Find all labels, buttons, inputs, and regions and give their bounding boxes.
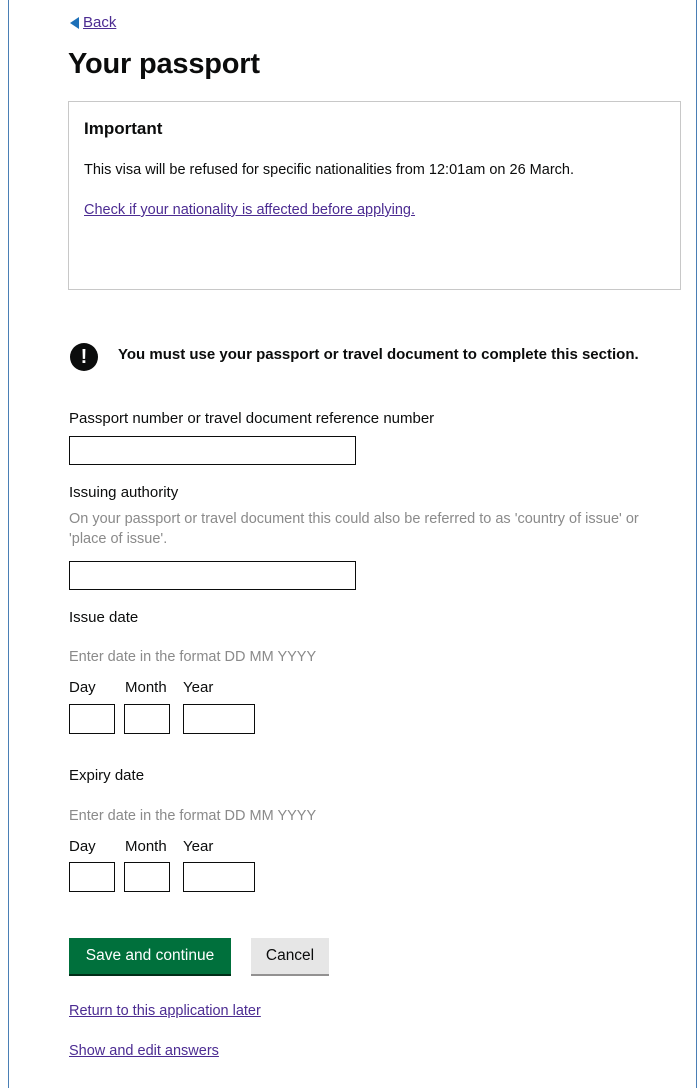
page-title: Your passport <box>68 48 260 80</box>
show-edit-answers-link[interactable]: Show and edit answers <box>69 1043 219 1059</box>
return-later-link[interactable]: Return to this application later <box>69 1003 261 1019</box>
save-and-continue-button[interactable]: Save and continue <box>69 938 231 976</box>
issue-year-input[interactable] <box>183 704 255 734</box>
issue-day-label: Day <box>69 679 96 696</box>
expiry-year-input[interactable] <box>183 862 255 892</box>
issuing-authority-input[interactable] <box>69 561 356 590</box>
expiry-month-input[interactable] <box>124 862 170 892</box>
expiry-date-label: Expiry date <box>69 767 145 784</box>
issue-date-label: Issue date <box>69 609 139 626</box>
expiry-day-label: Day <box>69 838 96 855</box>
window-border-left <box>8 0 9 1088</box>
back-arrow-icon <box>70 16 79 29</box>
warning-icon: ! <box>70 343 98 371</box>
issue-month-input[interactable] <box>124 704 170 734</box>
issue-date-hint: Enter date in the format DD MM YYYY <box>69 649 317 665</box>
passport-number-input[interactable] <box>69 436 356 465</box>
expiry-month-label: Month <box>125 838 167 855</box>
issuing-authority-hint: On your passport or travel document this… <box>69 511 639 547</box>
important-heading: Important <box>84 119 163 138</box>
expiry-day-input[interactable] <box>69 862 115 892</box>
expiry-date-hint: Enter date in the format DD MM YYYY <box>69 808 317 824</box>
important-text: This visa will be refused for specific n… <box>84 162 574 178</box>
issuing-authority-label: Issuing authority <box>69 484 179 501</box>
issue-day-input[interactable] <box>69 704 115 734</box>
important-panel: Important This visa will be refused for … <box>68 101 681 290</box>
passport-number-label: Passport number or travel document refer… <box>69 410 435 427</box>
warning-text: You must use your passport or travel doc… <box>118 346 639 363</box>
issue-year-label: Year <box>183 679 214 696</box>
back-link[interactable]: Back <box>70 14 116 31</box>
expiry-year-label: Year <box>183 838 214 855</box>
issue-month-label: Month <box>125 679 167 696</box>
back-link-label: Back <box>83 14 117 31</box>
check-nationality-link[interactable]: Check if your nationality is affected be… <box>84 202 415 218</box>
cancel-button[interactable]: Cancel <box>251 938 329 976</box>
